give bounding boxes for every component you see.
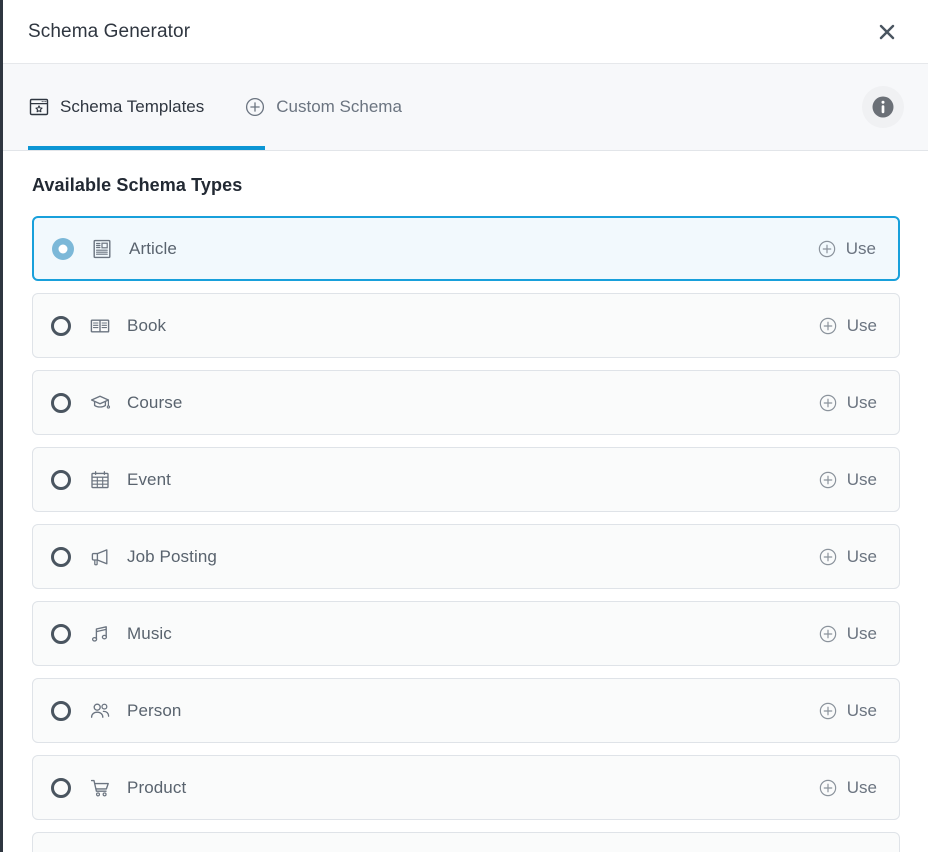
plus-circle-icon bbox=[818, 470, 838, 490]
plus-circle-icon bbox=[818, 547, 838, 567]
page-title: Schema Generator bbox=[28, 20, 191, 42]
tab-schema-templates[interactable]: Schema Templates bbox=[28, 64, 222, 150]
radio-article[interactable] bbox=[52, 237, 74, 260]
radio-course[interactable] bbox=[51, 392, 71, 413]
schema-row-label: Music bbox=[127, 623, 172, 643]
plus-circle-icon bbox=[818, 316, 838, 336]
use-button-job-posting[interactable]: Use bbox=[818, 543, 877, 571]
radio-music[interactable] bbox=[51, 623, 71, 644]
radio-job-posting[interactable] bbox=[51, 546, 71, 567]
radio-book[interactable] bbox=[51, 315, 71, 336]
radio-person[interactable] bbox=[51, 700, 71, 721]
use-button-label: Use bbox=[846, 546, 877, 566]
schema-row-label: Person bbox=[127, 700, 182, 720]
open-book-icon bbox=[89, 315, 111, 337]
info-circle-icon bbox=[870, 94, 896, 120]
use-button-event[interactable]: Use bbox=[818, 466, 877, 494]
plus-circle-icon bbox=[818, 701, 838, 721]
schema-row-book[interactable]: Book Use bbox=[32, 293, 900, 358]
section-title: Available Schema Types bbox=[32, 175, 243, 195]
plus-circle-icon bbox=[818, 393, 838, 413]
use-button-person[interactable]: Use bbox=[818, 697, 877, 725]
schema-row-label: Job Posting bbox=[127, 546, 217, 566]
shopping-cart-icon bbox=[89, 777, 111, 799]
tab-label: Schema Templates bbox=[60, 97, 205, 116]
use-button-book[interactable]: Use bbox=[818, 312, 877, 340]
schema-row-job-posting[interactable]: Job Posting Use bbox=[32, 524, 900, 589]
graduation-cap-icon bbox=[89, 392, 111, 414]
active-tab-underline bbox=[28, 146, 265, 150]
use-button-label: Use bbox=[845, 238, 876, 258]
schema-row-music[interactable]: Music Use bbox=[32, 601, 900, 666]
schema-generator-modal: Schema Generator Schema Templates Custom… bbox=[0, 0, 928, 852]
plus-circle-icon bbox=[818, 778, 838, 798]
use-button-label: Use bbox=[846, 700, 877, 720]
schema-row-next-partial[interactable] bbox=[32, 832, 900, 852]
schema-row-label: Product bbox=[127, 777, 187, 797]
schema-row-label: Course bbox=[127, 392, 183, 412]
use-button-label: Use bbox=[846, 469, 877, 489]
close-button[interactable] bbox=[870, 15, 904, 49]
template-window-star-icon bbox=[28, 96, 50, 118]
newspaper-icon bbox=[91, 238, 113, 260]
plus-circle-icon bbox=[817, 239, 837, 259]
use-button-course[interactable]: Use bbox=[818, 389, 877, 417]
schema-row-person[interactable]: Person Use bbox=[32, 678, 900, 743]
tab-list: Schema Templates Custom Schema bbox=[28, 64, 420, 150]
use-button-label: Use bbox=[846, 315, 877, 335]
use-button-label: Use bbox=[846, 392, 877, 412]
schema-row-product[interactable]: Product Use bbox=[32, 755, 900, 820]
radio-product[interactable] bbox=[51, 777, 71, 798]
schema-row-label: Article bbox=[129, 238, 177, 258]
use-button-label: Use bbox=[846, 623, 877, 643]
use-button-music[interactable]: Use bbox=[818, 620, 877, 648]
use-button-label: Use bbox=[846, 777, 877, 797]
schema-type-list: Article Use Book Use Course Use Event Us… bbox=[32, 216, 900, 852]
schema-row-course[interactable]: Course Use bbox=[32, 370, 900, 435]
calendar-icon bbox=[89, 469, 111, 491]
megaphone-icon bbox=[89, 546, 111, 568]
viewport-left-rail bbox=[0, 0, 3, 852]
music-note-icon bbox=[89, 623, 111, 645]
radio-event[interactable] bbox=[51, 469, 71, 490]
schema-row-article[interactable]: Article Use bbox=[32, 216, 900, 281]
tab-label: Custom Schema bbox=[276, 97, 402, 116]
tab-custom-schema[interactable]: Custom Schema bbox=[222, 64, 420, 150]
use-button-product[interactable]: Use bbox=[818, 774, 877, 802]
info-button[interactable] bbox=[862, 86, 904, 128]
people-icon bbox=[89, 700, 111, 722]
schema-row-label: Book bbox=[127, 315, 167, 335]
schema-row-event[interactable]: Event Use bbox=[32, 447, 900, 512]
tab-bar: Schema Templates Custom Schema bbox=[0, 64, 928, 151]
modal-body: Available Schema Types Article Use Book … bbox=[0, 151, 928, 852]
close-icon bbox=[877, 22, 897, 42]
schema-row-label: Event bbox=[127, 469, 171, 489]
modal-header: Schema Generator bbox=[0, 0, 928, 64]
use-button-article[interactable]: Use bbox=[817, 235, 876, 263]
plus-circle-icon bbox=[244, 96, 266, 118]
plus-circle-icon bbox=[818, 624, 838, 644]
